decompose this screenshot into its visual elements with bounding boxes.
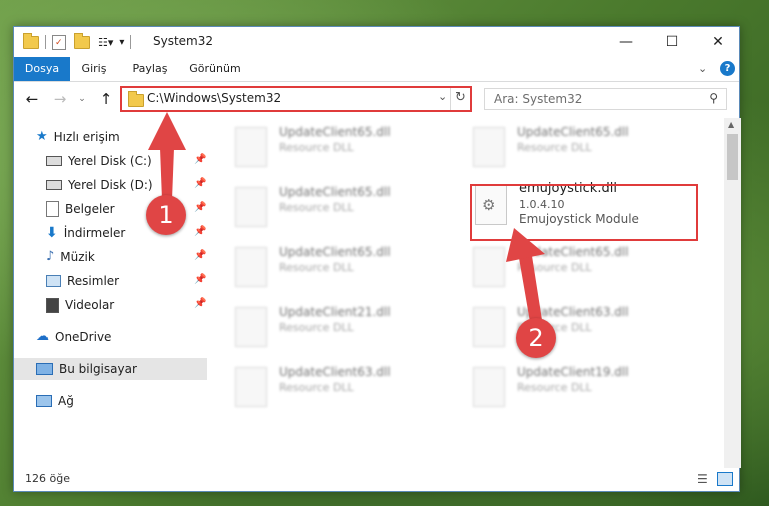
callout-2: 2: [516, 318, 556, 358]
annotation-arrows: [148, 112, 545, 322]
arrow-1-shaft: [160, 148, 174, 200]
arrow-1-head: [148, 112, 186, 150]
callout-1: 1: [146, 195, 186, 235]
arrow-2-head: [506, 228, 545, 262]
arrow-2-shaft: [519, 256, 542, 322]
